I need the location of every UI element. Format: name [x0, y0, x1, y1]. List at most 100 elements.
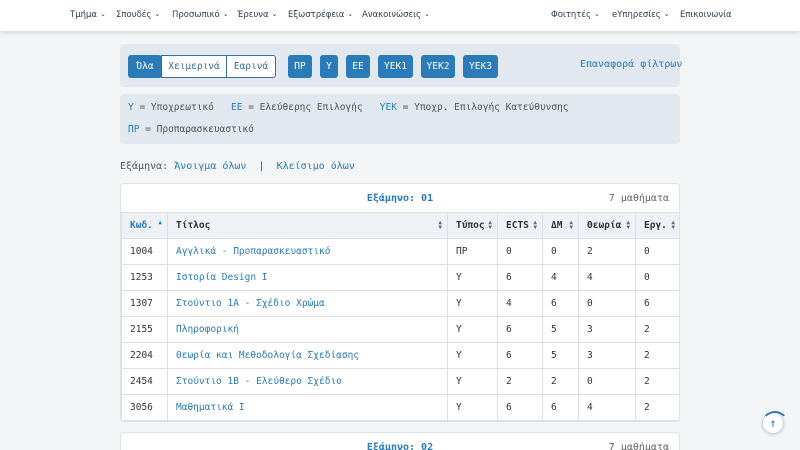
reset-filters-link[interactable]: Επαναφορά φίλτρων	[580, 59, 682, 70]
open-all-link[interactable]: Άνοιγμα όλων	[174, 161, 246, 172]
legend-abbr-ee: ΕΕ	[231, 102, 243, 113]
course-title-link[interactable]: Πληροφορική	[167, 316, 448, 343]
nav-item-eservices[interactable]: eΥπηρεσίες ⌄	[612, 10, 670, 20]
cell-code: 2155	[121, 316, 168, 343]
filter-all-button[interactable]: Όλα	[128, 55, 162, 78]
cell-theory: 3	[578, 316, 636, 343]
cell-type: Υ	[447, 368, 498, 395]
cell-ects: 6	[497, 264, 543, 291]
chevron-down-icon: ⌄	[100, 10, 106, 18]
course-title-link[interactable]: Αγγλικά - Προπαρασκευαστικό	[167, 238, 448, 265]
nav-label: Εξωστρέφεια	[288, 10, 345, 20]
nav-label: Φοιτητές	[551, 10, 591, 20]
semester-card: Εξάμηνο: 02 7 μαθήματα	[120, 432, 680, 450]
type-legend: Υ = Υποχρεωτικό ΕΕ = Ελεύθερης Επιλογής …	[120, 94, 680, 144]
cell-ects: 6	[497, 394, 543, 421]
sort-icon: ▲	[158, 219, 162, 226]
cell-type: Υ	[447, 394, 498, 421]
legend-abbr-yek: ΥΕΚ	[379, 102, 397, 113]
legend-abbr-y: Υ	[128, 102, 134, 113]
cell-theory: 3	[578, 342, 636, 369]
semester-card: Εξάμηνο: 01 7 μαθήματα Κωδ. ▲ Τίτλος ▲ ▼ Τύ…	[120, 183, 680, 422]
scroll-to-top-button[interactable]: ↑	[761, 411, 789, 434]
nav-item-contact[interactable]: Επικοινωνία	[680, 10, 732, 20]
filter-spring-button[interactable]: Εαρινά	[226, 55, 276, 78]
close-all-link[interactable]: Κλείσιμο όλων	[277, 161, 355, 172]
nav-item-research[interactable]: Έρευνα ⌄	[237, 10, 277, 20]
nav-label: Τμήμα	[70, 10, 97, 20]
course-title-link[interactable]: Ιστορία Design I	[167, 264, 448, 291]
semester-header[interactable]: Εξάμηνο: 01 7 μαθήματα	[121, 184, 679, 212]
table-row: 2204 Θεωρία και Μεθοδολογία Σχεδίασης Υ …	[121, 342, 679, 369]
column-label: Κωδ.	[130, 220, 153, 231]
column-label: Εργ.	[644, 220, 667, 231]
column-header-title[interactable]: Τίτλος ▲ ▼	[167, 212, 448, 239]
nav-item-students[interactable]: Φοιτητές ⌄	[551, 10, 600, 20]
cell-theory: 4	[578, 394, 636, 421]
nav-item-staff[interactable]: Προσωπικό ⌄	[172, 10, 229, 20]
nav-item-studies[interactable]: Σπουδές ⌄	[116, 10, 160, 20]
cell-lab: 2	[635, 342, 679, 369]
legend-text-y: = Υποχρεωτικό	[139, 102, 214, 113]
cell-lab: 2	[635, 368, 679, 395]
cell-code: 3056	[121, 394, 168, 421]
chevron-down-icon: ⌄	[154, 10, 161, 18]
cell-theory: 0	[578, 290, 636, 317]
cell-type: ΠΡ	[447, 238, 498, 265]
cell-dm: 4	[542, 264, 579, 291]
column-header-theory[interactable]: Θεωρία ▲ ▼	[578, 212, 636, 239]
course-title-link[interactable]: Στούντιο 1Β - Ελεύθερο Σχέδιο	[167, 368, 448, 395]
table-row: 1253 Ιστορία Design I Υ 6 4 4 0	[121, 264, 679, 291]
semester-controls-label: Εξάμηνα:	[120, 161, 169, 172]
filter-type-yek2-button[interactable]: ΥΕΚ2	[421, 55, 455, 78]
sort-icon: ▲ ▼	[488, 219, 492, 231]
nav-item-outreach[interactable]: Εξωστρέφεια ⌄	[288, 10, 353, 20]
column-header-type[interactable]: Τύπος ▲ ▼	[447, 212, 498, 239]
course-title-link[interactable]: Θεωρία και Μεθοδολογία Σχεδίασης	[167, 342, 448, 369]
cell-lab: 2	[635, 394, 679, 421]
filter-type-y-button[interactable]: Υ	[320, 55, 338, 78]
cell-theory: 2	[578, 238, 636, 265]
course-title-link[interactable]: Στούντιο 1Α - Σχέδιο Χρώμα	[167, 290, 448, 317]
column-header-code[interactable]: Κωδ. ▲	[121, 212, 168, 239]
cell-ects: 6	[497, 342, 543, 369]
filter-type-yek1-button[interactable]: ΥΕΚ1	[378, 55, 413, 78]
course-title-link[interactable]: Μαθηματικά Ι	[167, 394, 448, 421]
nav-item-department[interactable]: Τμήμα ⌄	[70, 10, 106, 20]
table-row: 1307 Στούντιο 1Α - Σχέδιο Χρώμα Υ 4 6 0 …	[121, 290, 679, 317]
column-label: ΔΜ	[551, 220, 563, 231]
separator: |	[258, 161, 265, 172]
column-label: ECTS	[506, 220, 529, 231]
filter-type-yek3-button[interactable]: ΥΕΚ3	[463, 55, 498, 78]
sort-icon: ▲ ▼	[569, 219, 573, 231]
column-header-ects[interactable]: ECTS ▲ ▼	[497, 212, 543, 239]
nav-label: Ανακοινώσεις	[362, 10, 421, 20]
sort-icon: ▲ ▼	[671, 219, 675, 231]
legend-line-1: Υ = Υποχρεωτικό ΕΕ = Ελεύθερης Επιλογής …	[128, 102, 569, 113]
semester-header[interactable]: Εξάμηνο: 02 7 μαθήματα	[121, 433, 679, 450]
cell-ects: 2	[497, 368, 543, 395]
legend-text-yek: = Υποχρ. Επιλογής Κατεύθυνσης	[402, 102, 569, 113]
legend-text-pr: = Προπαρασκευαστικό	[145, 124, 254, 135]
cell-code: 2204	[121, 342, 168, 369]
courses-table: Κωδ. ▲ Τίτλος ▲ ▼ Τύπος ▲ ▼ ECTS ▲ ▼ ΔΜ ▲ ▼ Θεωρί…	[121, 212, 679, 421]
cell-ects: 4	[497, 290, 543, 317]
filter-winter-button[interactable]: Χειμερινά	[161, 55, 227, 78]
column-header-lab[interactable]: Εργ. ▲ ▼	[635, 212, 679, 239]
nav-label: Προσωπικό	[172, 10, 220, 20]
column-header-dm[interactable]: ΔΜ ▲ ▼	[542, 212, 579, 239]
filter-type-ee-button[interactable]: ΕΕ	[346, 55, 370, 78]
filter-type-pr-button[interactable]: ΠΡ	[288, 55, 312, 78]
semester-title: Εξάμηνο: 02	[366, 442, 434, 450]
cell-code: 2454	[121, 368, 168, 395]
sort-icon: ▲ ▼	[438, 219, 442, 231]
cell-lab: 0	[635, 264, 679, 291]
sort-icon: ▲ ▼	[626, 219, 630, 231]
cell-theory: 0	[578, 368, 636, 395]
legend-line-2: ΠΡ = Προπαρασκευαστικό	[128, 124, 254, 135]
nav-item-announcements[interactable]: Ανακοινώσεις ⌄	[362, 10, 430, 20]
nav-label: Επικοινωνία	[680, 10, 732, 20]
semester-title: Εξάμηνο: 01	[366, 193, 434, 204]
column-label: Τύπος	[456, 220, 485, 231]
cell-dm: 5	[542, 316, 579, 343]
